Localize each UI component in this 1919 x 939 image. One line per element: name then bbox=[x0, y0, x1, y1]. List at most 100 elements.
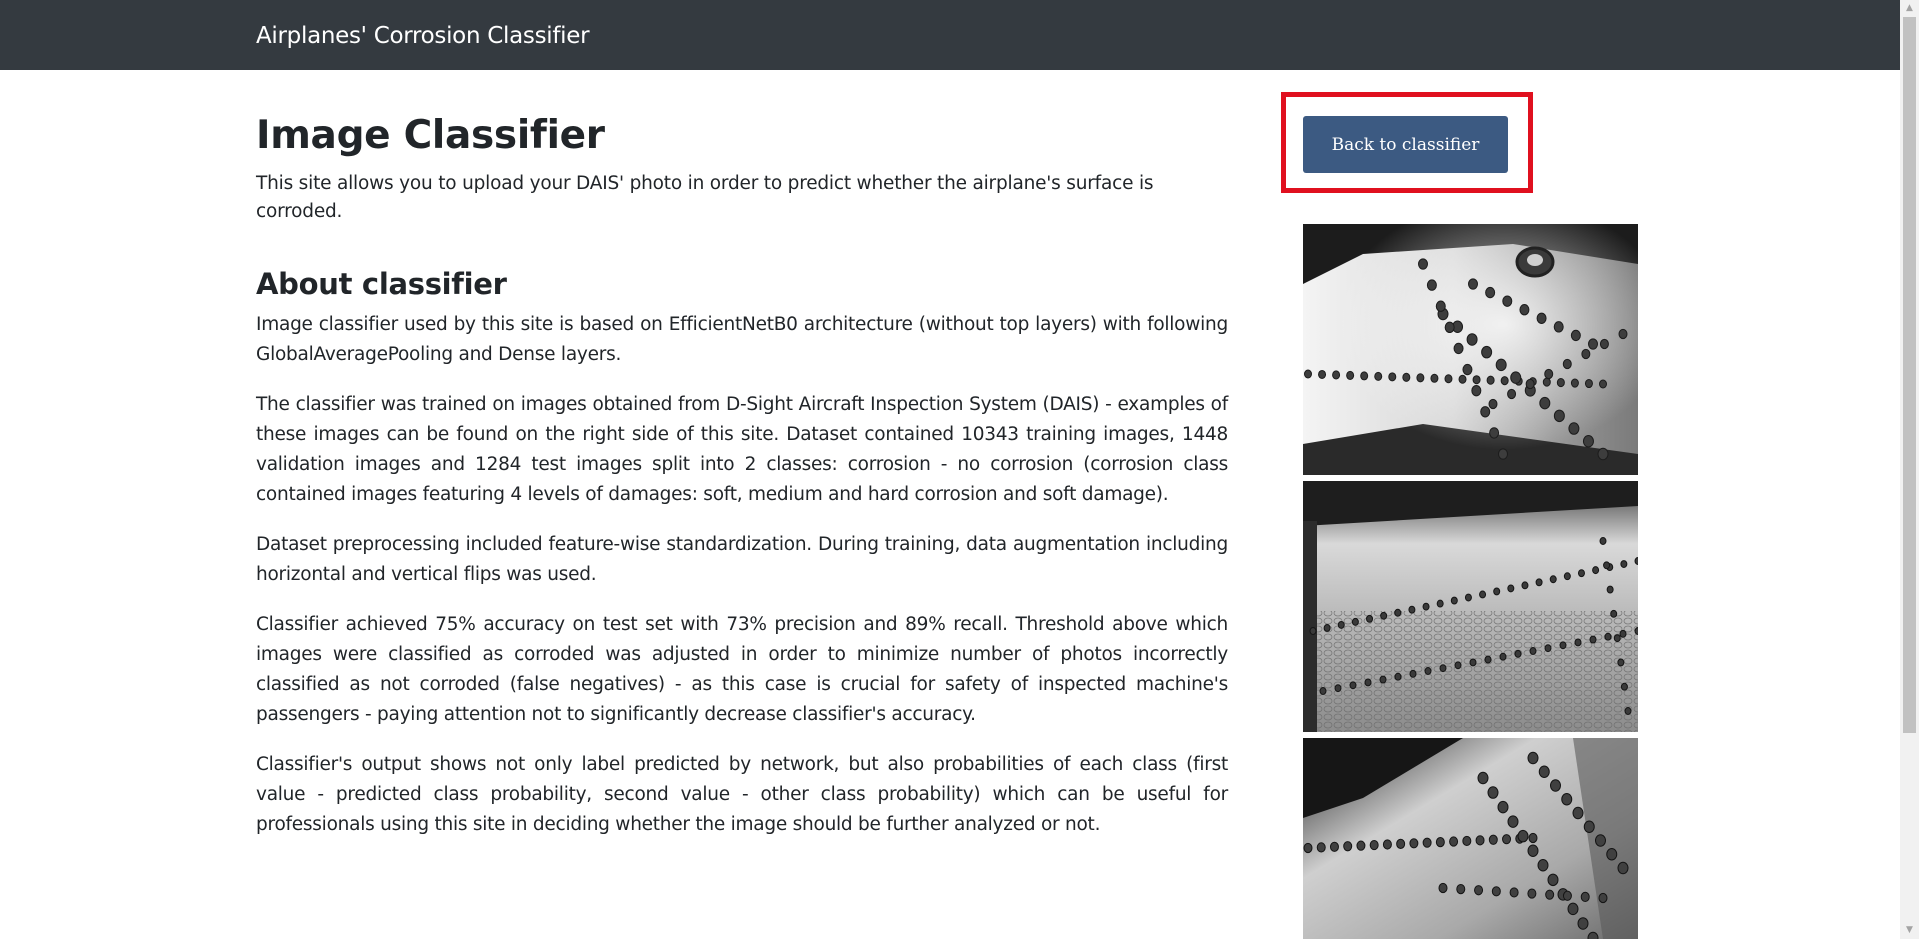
rivet bbox=[1475, 835, 1485, 846]
rivet bbox=[1466, 333, 1478, 346]
rivet bbox=[1487, 786, 1499, 799]
rivet bbox=[1624, 707, 1632, 715]
scroll-up-arrow-icon[interactable]: ▲ bbox=[1900, 0, 1919, 17]
rivet bbox=[1479, 590, 1487, 599]
rivet bbox=[1517, 829, 1529, 843]
rivet bbox=[1521, 581, 1529, 590]
rivet bbox=[1456, 884, 1466, 895]
rivet bbox=[1559, 641, 1567, 650]
rivet bbox=[1499, 652, 1507, 661]
rivet bbox=[1424, 667, 1432, 675]
rivet bbox=[1329, 841, 1339, 852]
back-to-classifier-button[interactable]: Back to classifier bbox=[1303, 116, 1508, 173]
rivet bbox=[1422, 837, 1432, 848]
rivet bbox=[1525, 378, 1535, 390]
rivet bbox=[1418, 258, 1428, 270]
rivet bbox=[1574, 638, 1582, 647]
sample-image-2 bbox=[1303, 481, 1638, 732]
rivet bbox=[1556, 378, 1565, 388]
rivet bbox=[1394, 672, 1402, 681]
rivet bbox=[1484, 655, 1492, 664]
rivet bbox=[1514, 649, 1522, 658]
rivet bbox=[1537, 859, 1549, 872]
rivet bbox=[1474, 885, 1484, 896]
page-scrollbar[interactable]: ▲ ▼ bbox=[1900, 0, 1919, 939]
rivet bbox=[1550, 779, 1561, 792]
rivet bbox=[1536, 312, 1547, 324]
rivet bbox=[1498, 448, 1508, 460]
rivet bbox=[1346, 370, 1355, 380]
rivet bbox=[1589, 635, 1597, 644]
brand-link[interactable]: Airplanes' Corrosion Classifier bbox=[256, 20, 590, 52]
rivet bbox=[1507, 388, 1517, 400]
rivet bbox=[1509, 887, 1519, 898]
rivet bbox=[1343, 841, 1353, 852]
top-navbar: Airplanes' Corrosion Classifier bbox=[0, 0, 1900, 70]
rivet bbox=[1396, 838, 1406, 849]
rivet bbox=[1584, 378, 1593, 389]
rivet bbox=[1570, 378, 1579, 388]
rivet bbox=[1366, 614, 1374, 623]
rivet bbox=[1547, 873, 1559, 887]
page-title: Image Classifier bbox=[256, 113, 605, 158]
rivet bbox=[1613, 634, 1621, 643]
rivet bbox=[1435, 300, 1446, 312]
rivet bbox=[1438, 882, 1448, 894]
rivet bbox=[1620, 682, 1628, 691]
rivet bbox=[1360, 371, 1369, 381]
rivet bbox=[1502, 834, 1512, 845]
scroll-down-arrow-icon[interactable]: ▼ bbox=[1900, 922, 1919, 939]
rivet bbox=[1510, 371, 1522, 384]
rivet bbox=[1444, 374, 1453, 384]
rivet bbox=[1364, 678, 1372, 687]
rivet bbox=[1458, 374, 1467, 384]
sample-image-1 bbox=[1303, 224, 1638, 475]
rivet bbox=[1468, 278, 1478, 290]
rivet bbox=[1567, 902, 1579, 916]
rivet bbox=[1444, 321, 1455, 334]
rivet bbox=[1527, 888, 1537, 899]
rivet bbox=[1323, 624, 1331, 632]
about-paragraph-architecture: Image classifier used by this site is ba… bbox=[256, 314, 1228, 365]
rivet bbox=[1527, 844, 1539, 857]
rivet bbox=[1374, 371, 1383, 381]
rivet bbox=[1462, 835, 1472, 847]
rivet bbox=[1453, 342, 1464, 355]
rivet bbox=[1545, 889, 1555, 900]
rivet bbox=[1568, 422, 1580, 435]
rivet bbox=[1309, 627, 1317, 635]
sample-image-1-graphic bbox=[1303, 224, 1638, 475]
rivet bbox=[1491, 886, 1501, 897]
scrollbar-thumb[interactable] bbox=[1903, 17, 1916, 733]
rivet bbox=[1581, 348, 1591, 360]
rivet bbox=[1303, 842, 1313, 854]
rivet bbox=[1577, 569, 1585, 578]
rivet bbox=[1587, 931, 1599, 939]
rivet bbox=[1319, 687, 1327, 695]
sample-image-2-graphic bbox=[1303, 481, 1638, 732]
rivet bbox=[1422, 602, 1430, 611]
rivet bbox=[1507, 584, 1515, 593]
rivet bbox=[1538, 765, 1550, 778]
rivet bbox=[1379, 675, 1387, 684]
rivet bbox=[1597, 447, 1609, 461]
rivet bbox=[1599, 379, 1607, 389]
about-heading: About classifier bbox=[256, 267, 507, 301]
rivet bbox=[1539, 396, 1551, 410]
rivet bbox=[1619, 629, 1627, 638]
rivet bbox=[1572, 806, 1584, 820]
rivet bbox=[1454, 661, 1462, 670]
rivet bbox=[1462, 363, 1473, 376]
rivet bbox=[1549, 575, 1557, 584]
rivet bbox=[1318, 369, 1327, 380]
sample-image-3-graphic bbox=[1303, 738, 1638, 939]
rivet bbox=[1553, 409, 1565, 423]
rivet bbox=[1519, 304, 1530, 316]
rivet bbox=[1436, 599, 1444, 608]
rivet bbox=[1528, 832, 1538, 844]
rivet bbox=[1606, 585, 1614, 594]
rivet bbox=[1477, 771, 1489, 785]
rivet bbox=[1617, 658, 1625, 667]
rivet bbox=[1489, 427, 1500, 439]
rivet bbox=[1535, 578, 1543, 587]
